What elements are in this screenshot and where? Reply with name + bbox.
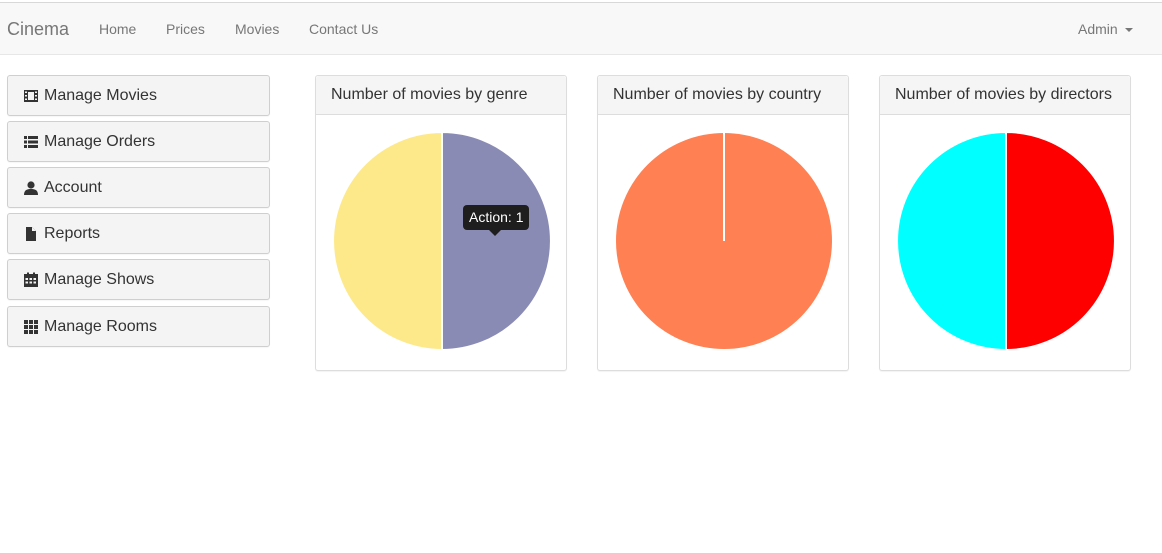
sidebar-item-manage-movies[interactable]: Manage Movies <box>7 75 270 116</box>
file-icon <box>23 226 39 242</box>
sidebar-item-label: Manage Rooms <box>44 318 157 335</box>
navbar: Cinema Home Prices Movies Contact Us Adm… <box>0 2 1162 55</box>
nav-movies[interactable]: Movies <box>235 21 279 37</box>
sidebar-item-label: Account <box>44 179 102 196</box>
calendar-icon <box>23 272 39 288</box>
pie-slice-action[interactable] <box>441 130 552 352</box>
directors-chart-panel: Number of movies by directors <box>879 75 1131 371</box>
admin-label: Admin <box>1078 21 1118 37</box>
panel-title: Number of movies by genre <box>316 76 566 115</box>
sidebar-item-label: Manage Orders <box>44 133 156 150</box>
chart-tooltip: Action: 1 <box>463 205 530 236</box>
sidebar-item-reports[interactable]: Reports <box>7 213 270 254</box>
admin-dropdown[interactable]: Admin <box>1078 21 1133 37</box>
sidebar-item-label: Manage Movies <box>44 87 157 104</box>
sidebar-item-label: Reports <box>44 225 101 242</box>
sidebar-item-label: Manage Shows <box>44 271 155 288</box>
genre-chart-panel: Number of movies by genre <box>315 75 567 371</box>
sidebar-item-manage-orders[interactable]: Manage Orders <box>7 121 270 162</box>
panel-title: Number of movies by country <box>598 76 848 115</box>
country-pie-chart[interactable] <box>598 116 850 372</box>
sidebar-item-manage-shows[interactable]: Manage Shows <box>7 259 270 300</box>
nav-prices[interactable]: Prices <box>166 21 205 37</box>
nav-contact-us[interactable]: Contact Us <box>309 21 378 37</box>
panel-title: Number of movies by directors <box>880 76 1130 115</box>
genre-pie-chart[interactable] <box>316 116 568 372</box>
pie-slice-1[interactable] <box>332 130 443 352</box>
caret-down-icon <box>1124 28 1133 33</box>
nav-home[interactable]: Home <box>99 21 136 37</box>
directors-pie-chart[interactable] <box>880 116 1132 372</box>
list-icon <box>23 134 39 150</box>
country-chart-panel: Number of movies by country <box>597 75 849 371</box>
sidebar-item-account[interactable]: Account <box>7 167 270 208</box>
grid-icon <box>23 319 39 335</box>
sidebar-item-manage-rooms[interactable]: Manage Rooms <box>7 306 270 347</box>
pie-slice-1[interactable] <box>896 130 1007 352</box>
brand-link[interactable]: Cinema <box>7 19 69 40</box>
user-icon <box>23 180 39 196</box>
film-icon <box>23 88 39 104</box>
pie-slice-0[interactable] <box>1005 130 1116 352</box>
